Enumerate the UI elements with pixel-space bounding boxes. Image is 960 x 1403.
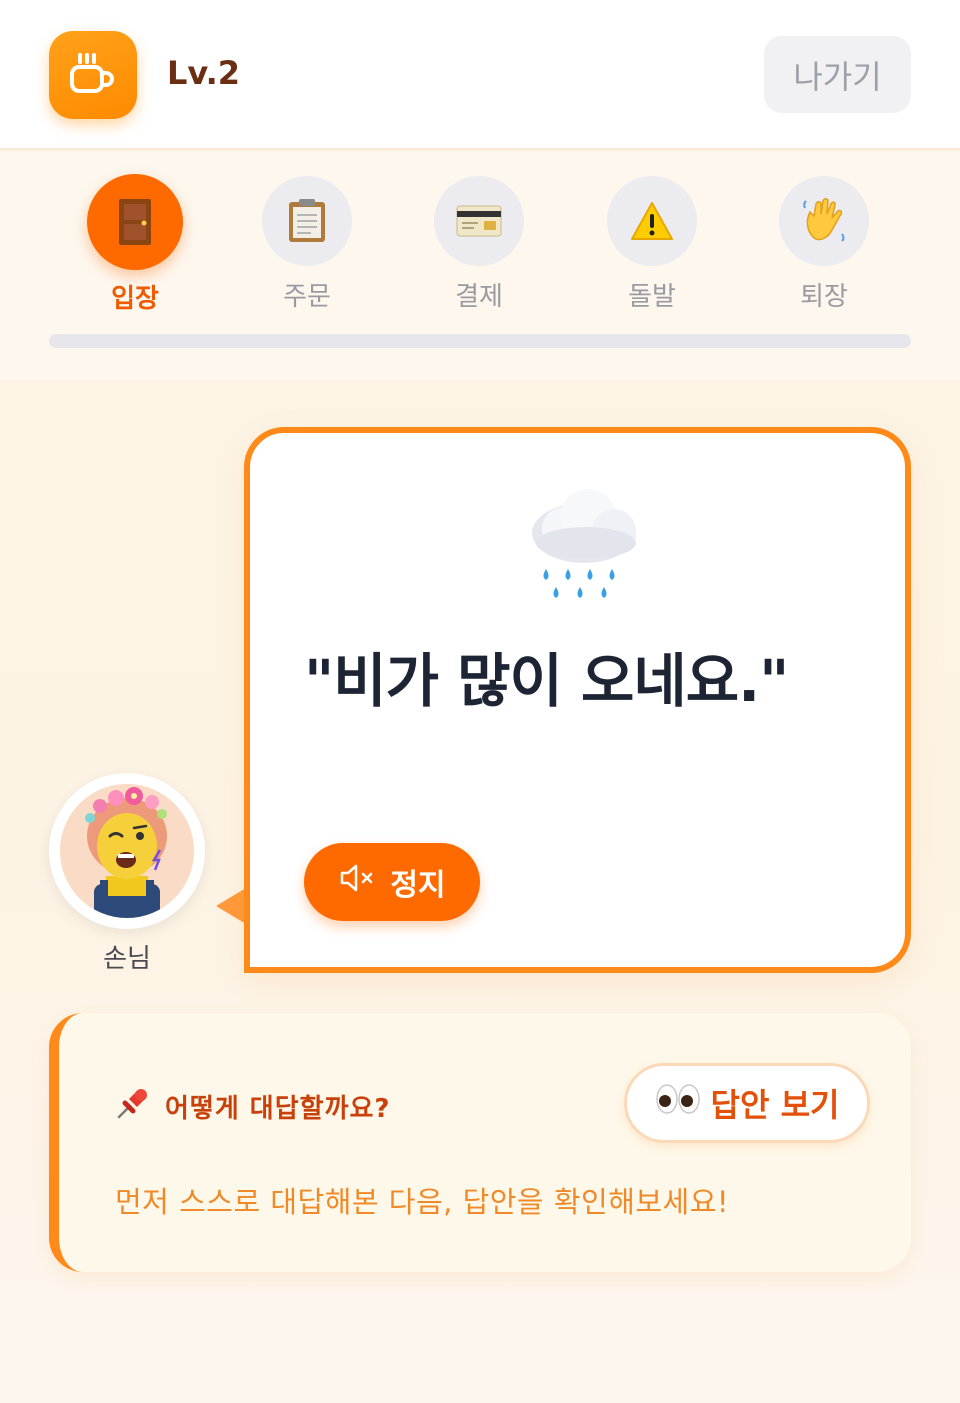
hint-description: 먼저 스스로 대답해본 다음, 답안을 확인해보세요! [115, 1185, 730, 1219]
step-label: 퇴장 [800, 282, 848, 312]
customer-avatar-icon [60, 784, 194, 918]
eyes-icon [655, 1083, 701, 1123]
waving-hand-icon [779, 176, 869, 266]
app-screen: Lv.2 나가기 입장 주문 결제 돌발 퇴장 "비가 많이 오네요." 정지 … [0, 0, 960, 1403]
answer-label: 답안 보기 [710, 1086, 840, 1124]
hint-title: 어떻게 대답할까요? [115, 1085, 391, 1128]
mute-speaker-icon [338, 862, 378, 902]
level-indicator: Lv.2 [167, 54, 241, 92]
step-label: 결제 [455, 282, 503, 312]
stop-label: 정지 [390, 868, 446, 903]
step-incident[interactable]: 돌발 [582, 176, 722, 316]
rain-cloud-icon [526, 485, 646, 605]
pushpin-icon [115, 1085, 151, 1128]
step-label: 입장 [111, 284, 159, 314]
step-label: 주문 [283, 282, 331, 312]
customer-label: 손님 [103, 944, 151, 974]
step-enter[interactable]: 입장 [65, 174, 205, 316]
step-progress-nav: 입장 주문 결제 돌발 퇴장 [0, 152, 960, 380]
speech-bubble: "비가 많이 오네요." 정지 [244, 427, 911, 973]
warning-icon [607, 176, 697, 266]
stop-audio-button[interactable]: 정지 [304, 843, 480, 921]
customer-phrase: "비가 많이 오네요." [304, 647, 789, 715]
door-icon [87, 174, 183, 270]
bubble-tail [216, 888, 246, 924]
credit-card-icon [434, 176, 524, 266]
top-header: Lv.2 나가기 [0, 0, 960, 150]
step-payment[interactable]: 결제 [409, 176, 549, 316]
step-order[interactable]: 주문 [237, 176, 377, 316]
step-exit[interactable]: 퇴장 [754, 176, 894, 316]
hint-title-text: 어떻게 대답할까요? [165, 1094, 391, 1124]
clipboard-icon [262, 176, 352, 266]
coffee-cup-icon [49, 31, 137, 119]
step-progress-bar [49, 334, 911, 348]
step-label: 돌발 [628, 282, 676, 312]
show-answer-button[interactable]: 답안 보기 [624, 1063, 870, 1143]
hint-card: 어떻게 대답할까요? 답안 보기 먼저 스스로 대답해본 다음, 답안을 확인해… [49, 1013, 911, 1272]
exit-button[interactable]: 나가기 [764, 36, 911, 113]
customer-avatar [49, 773, 205, 929]
